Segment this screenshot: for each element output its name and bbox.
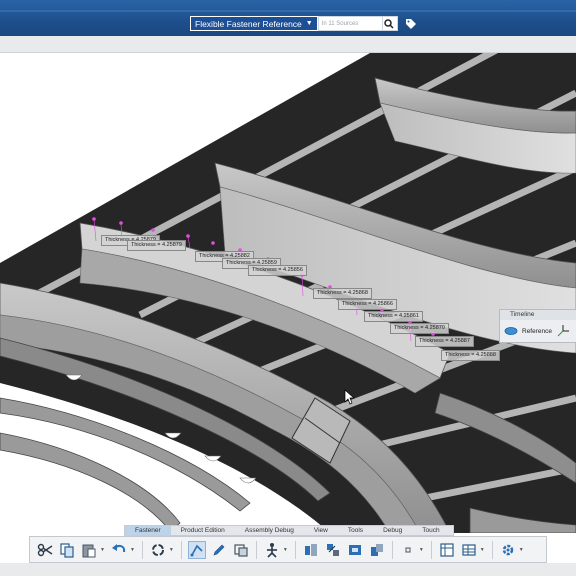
point-icon	[405, 547, 411, 552]
scissors-icon	[37, 543, 53, 556]
toolbar-separator	[141, 540, 143, 559]
timeline-panel[interactable]: Timeline Reference	[499, 309, 576, 343]
paste-icon	[82, 544, 96, 557]
assembly2-icon	[326, 543, 339, 556]
tag-button[interactable]	[404, 17, 418, 31]
measure-icon	[234, 543, 248, 557]
top-bar-band	[0, 10, 576, 12]
ribbon-tabs: Fastener Product Edition Assembly Debug …	[124, 525, 461, 536]
timeline-body: Reference	[500, 320, 576, 342]
assembly-button-2[interactable]	[324, 541, 342, 559]
paste-button[interactable]	[80, 541, 98, 559]
search-group: Flexible Fastener Reference ▼ In 11 Sour…	[190, 15, 418, 32]
toolbar-separator	[255, 540, 257, 559]
tag-icon	[405, 18, 416, 29]
robot-dropdown-caret[interactable]: ▼	[283, 547, 288, 553]
assembly-button-4[interactable]	[368, 541, 386, 559]
status-strip	[0, 563, 576, 576]
tab-tools[interactable]: Tools	[338, 526, 373, 535]
fastener-select-icon	[190, 544, 203, 556]
table-button[interactable]	[438, 541, 456, 559]
assembly-button-3[interactable]	[346, 541, 364, 559]
3d-viewport[interactable]: Thickness = 4.25879 Thickness = 4.25879 …	[0, 53, 576, 533]
structure-model[interactable]	[0, 53, 576, 533]
update-dropdown-caret[interactable]: ▼	[169, 547, 174, 553]
sketch-button[interactable]	[210, 541, 228, 559]
undo-icon	[111, 543, 126, 552]
search-input[interactable]: In 11 Sources	[317, 16, 383, 31]
assembly3-icon	[348, 544, 361, 555]
assembly4-icon	[370, 543, 383, 556]
copy-button[interactable]	[58, 541, 76, 559]
timeline-title: Timeline	[500, 310, 576, 320]
search-scope-dropdown[interactable]: Flexible Fastener Reference ▼	[190, 16, 318, 31]
toolbar-separator	[430, 540, 432, 559]
annotation-tag[interactable]: Thickness = 4.25856	[248, 265, 307, 276]
search-scope-label: Flexible Fastener Reference	[195, 18, 302, 29]
settings-button[interactable]	[499, 541, 517, 559]
annotation-tag[interactable]: Thickness = 4.25887	[415, 336, 474, 347]
tab-view[interactable]: View	[304, 526, 338, 535]
settings-dropdown-caret[interactable]: ▼	[519, 547, 524, 553]
tab-assembly-debug[interactable]: Assembly Debug	[235, 526, 304, 535]
ribbon-expand-icon[interactable]: ⌄	[450, 526, 468, 535]
action-bar: ▼ ▼ ▼ ▼ ▼ ▼ ▼	[29, 536, 547, 563]
grid-dropdown-caret[interactable]: ▼	[480, 547, 485, 553]
measure-button[interactable]	[232, 541, 250, 559]
table-icon	[440, 542, 454, 557]
pen-icon	[213, 544, 225, 555]
annotation-tag[interactable]: Thickness = 4.25888	[441, 350, 500, 361]
search-button[interactable]	[382, 16, 398, 31]
secondary-bar	[0, 36, 576, 53]
assembly-icon	[304, 543, 317, 556]
paste-dropdown-caret[interactable]: ▼	[100, 547, 105, 553]
annotation-tag[interactable]: Thickness = 4.25879	[127, 240, 186, 251]
toolbar-separator	[180, 540, 182, 559]
toolbar-separator	[491, 540, 493, 559]
refresh-icon	[151, 543, 164, 556]
annotation-tag[interactable]: Thickness = 4.25870	[390, 323, 449, 334]
grid-icon	[462, 543, 476, 556]
tab-debug[interactable]: Debug	[373, 526, 412, 535]
settings-icon	[502, 544, 513, 555]
toolbar-separator	[294, 540, 296, 559]
undo-dropdown-caret[interactable]: ▼	[130, 547, 135, 553]
point-button[interactable]	[399, 541, 417, 559]
undo-button[interactable]	[110, 541, 128, 559]
reference-icon[interactable]	[504, 326, 518, 336]
update-button[interactable]	[149, 541, 167, 559]
annotation-tag[interactable]: Thickness = 4.25868	[313, 288, 372, 299]
axis-icon	[266, 542, 277, 558]
copy-icon	[60, 542, 74, 558]
search-placeholder: In 11 Sources	[321, 20, 359, 27]
annotation-tag[interactable]: Thickness = 4.25861	[364, 311, 423, 322]
tab-fastener[interactable]: Fastener	[125, 526, 171, 535]
fastener-select-button[interactable]	[187, 540, 206, 559]
chevron-down-icon: ▼	[305, 20, 313, 27]
tab-touch[interactable]: Touch	[412, 526, 449, 535]
tab-product-edition[interactable]: Product Edition	[171, 526, 235, 535]
annotation-tag[interactable]: Thickness = 4.25866	[338, 299, 397, 310]
axis-icon[interactable]	[556, 324, 570, 338]
top-bar: Flexible Fastener Reference ▼ In 11 Sour…	[0, 0, 576, 36]
toolbar-separator	[391, 540, 393, 559]
timeline-reference-label[interactable]: Reference	[522, 328, 552, 335]
robot-button[interactable]	[263, 541, 281, 559]
cut-button[interactable]	[36, 541, 54, 559]
assembly-button-1[interactable]	[302, 541, 320, 559]
point-dropdown-caret[interactable]: ▼	[419, 547, 424, 553]
grid-button[interactable]	[460, 541, 478, 559]
search-icon	[384, 18, 394, 29]
